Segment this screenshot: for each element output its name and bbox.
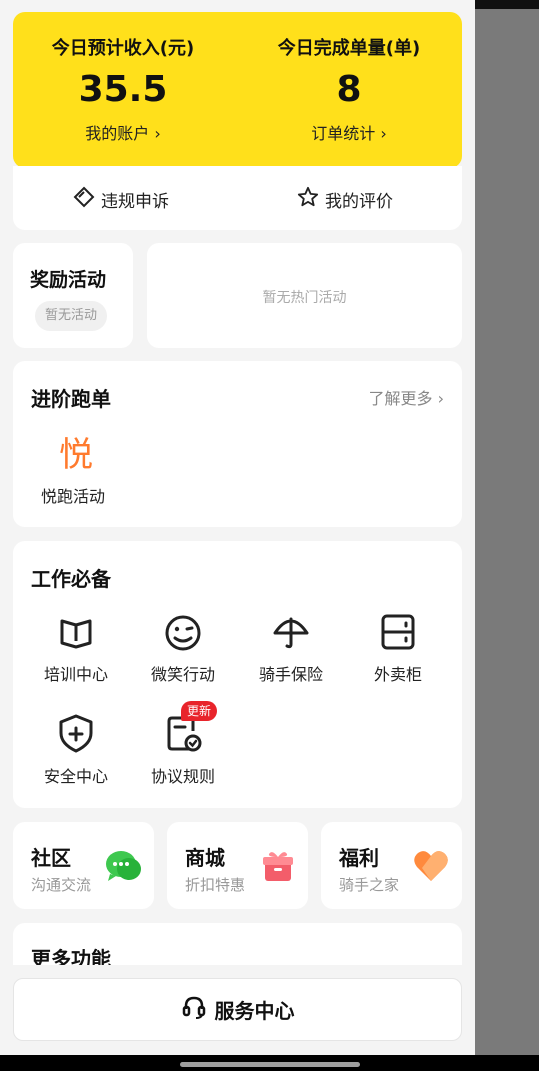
yue-run-icon[interactable]: 悦 <box>59 427 93 476</box>
welfare-subtitle: 骑手之家 <box>339 876 400 894</box>
work-essentials-title: 工作必备 <box>31 567 111 591</box>
book-icon <box>26 607 126 651</box>
headset-icon <box>181 994 207 1025</box>
gift-box-icon <box>260 848 296 888</box>
smile-action-label: 微笑行动 <box>150 665 215 684</box>
safety-center-button[interactable]: 安全中心 <box>26 709 126 787</box>
food-locker-label: 外卖柜 <box>373 665 422 684</box>
welfare-card[interactable]: 福利 骑手之家 <box>321 822 462 909</box>
advanced-title: 进阶跑单 <box>31 387 111 411</box>
agreement-rules-label: 协议规则 <box>150 767 215 786</box>
chevron-right-icon: › <box>437 389 444 408</box>
hot-activity-card: 暂无热门活动 <box>147 243 462 348</box>
mall-card[interactable]: 商城 折扣特惠 <box>167 822 308 909</box>
orders-value: 8 <box>336 69 362 110</box>
yue-run-label[interactable]: 悦跑活动 <box>41 483 105 507</box>
work-essentials-section: 工作必备 培训中心 微笑行动 骑手保险 外卖柜 安全中心 协议规则 更新 <box>13 541 462 808</box>
order-stats-label: 订单统计 <box>311 124 376 143</box>
food-locker-button[interactable]: 外卖柜 <box>348 607 448 685</box>
community-title: 社区 <box>31 846 71 870</box>
mall-subtitle: 折扣特惠 <box>185 876 246 894</box>
order-stats-link[interactable]: 订单统计 › <box>249 120 449 144</box>
rider-insurance-button[interactable]: 骑手保险 <box>241 607 341 685</box>
no-activity-pill: 暂无活动 <box>35 301 108 331</box>
star-icon <box>297 186 319 213</box>
smile-icon <box>133 607 233 651</box>
appeal-button[interactable]: 违规申诉 <box>73 186 169 213</box>
chevron-right-icon: › <box>154 124 161 143</box>
rider-insurance-label: 骑手保险 <box>258 665 323 684</box>
my-account-link[interactable]: 我的账户 › <box>23 120 223 144</box>
no-hot-activity-text: 暂无热门活动 <box>262 290 347 306</box>
shield-plus-icon <box>26 709 126 753</box>
locker-icon <box>348 607 448 651</box>
update-badge: 更新 <box>181 701 218 721</box>
reward-title: 奖励活动 <box>30 269 107 291</box>
income-stat[interactable]: 今日预计收入(元) 35.5 我的账户 › <box>23 34 223 144</box>
app-screen: 今日预计收入(元) 35.5 我的账户 › 今日完成单量(单) 8 订单统计 ›… <box>0 0 475 1055</box>
my-review-label: 我的评价 <box>325 192 393 212</box>
smile-action-button[interactable]: 微笑行动 <box>133 607 233 685</box>
heart-icon <box>412 848 450 888</box>
umbrella-icon <box>241 607 341 651</box>
overlay-top-bar <box>475 0 539 9</box>
orders-label: 今日完成单量(单) <box>277 38 421 59</box>
safety-center-label: 安全中心 <box>43 767 108 786</box>
home-indicator[interactable] <box>180 1062 360 1067</box>
community-card[interactable]: 社区 沟通交流 <box>13 822 154 909</box>
learn-more-label: 了解更多 <box>368 389 433 408</box>
earnings-card: 今日预计收入(元) 35.5 我的账户 › 今日完成单量(单) 8 订单统计 › <box>13 12 462 168</box>
welfare-title: 福利 <box>339 846 379 870</box>
learn-more-link[interactable]: 了解更多 › <box>368 385 444 409</box>
income-value: 35.5 <box>78 69 168 110</box>
service-center-label: 服务中心 <box>214 999 295 1023</box>
training-center-button[interactable]: 培训中心 <box>26 607 126 685</box>
appeal-icon <box>73 186 95 213</box>
chevron-right-icon: › <box>380 124 387 143</box>
income-label: 今日预计收入(元) <box>51 38 195 59</box>
side-dim-overlay <box>475 0 539 1055</box>
community-subtitle: 沟通交流 <box>31 876 92 894</box>
appeal-label: 违规申诉 <box>101 192 169 212</box>
my-account-label: 我的账户 <box>85 124 150 143</box>
my-review-button[interactable]: 我的评价 <box>297 186 393 213</box>
mall-title: 商城 <box>185 846 225 870</box>
orders-stat[interactable]: 今日完成单量(单) 8 订单统计 › <box>249 34 449 144</box>
service-center-button[interactable]: 服务中心 <box>13 978 462 1041</box>
chat-bubble-icon <box>104 848 142 888</box>
quick-links-bar: 违规申诉 我的评价 <box>13 166 462 230</box>
training-center-label: 培训中心 <box>43 665 108 684</box>
advanced-section: 进阶跑单 了解更多 › 悦 悦跑活动 <box>13 361 462 527</box>
reward-card[interactable]: 奖励活动 暂无活动 <box>13 243 133 348</box>
